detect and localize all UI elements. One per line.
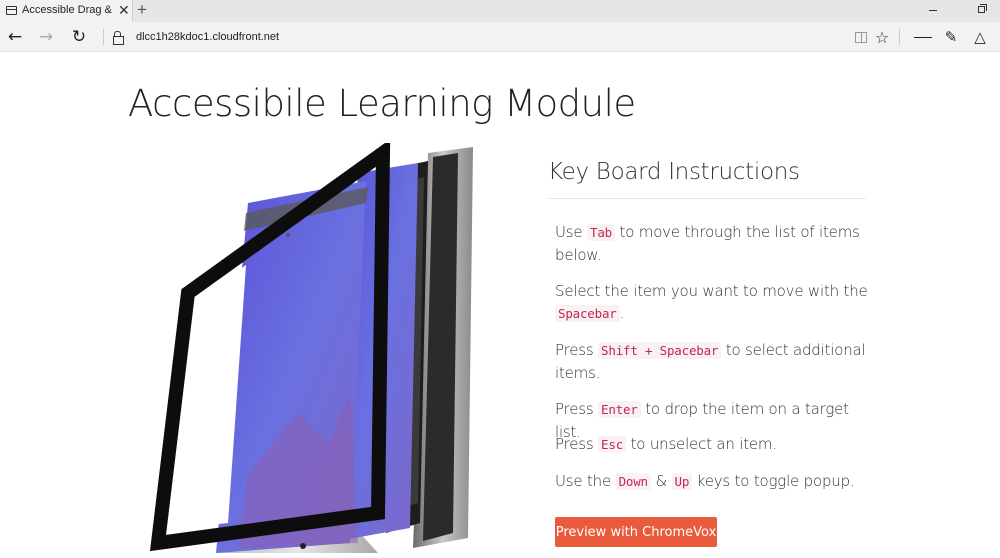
back-icon[interactable]: ←: [5, 22, 25, 52]
key-code: Shift + Spacebar: [598, 342, 722, 359]
instruction-tab: Use Tab to move through the list of item…: [555, 223, 860, 264]
instruction-down-up: Use the Down & Up keys to toggle popup.: [555, 472, 855, 490]
lock-icon[interactable]: [113, 31, 124, 45]
page-title: Accessibile Learning Module: [128, 82, 636, 125]
key-code: Esc: [598, 436, 627, 453]
tab-title: Accessible Drag & Drop: [22, 4, 114, 16]
keyboard-instructions-heading: Key Board Instructions: [548, 159, 800, 185]
key-code: Up: [671, 473, 693, 490]
divider: [899, 29, 900, 45]
minimize-icon[interactable]: [929, 10, 937, 11]
instruction-spacebar: Select the item you want to move with th…: [555, 282, 868, 322]
browser-tab[interactable]: Accessible Drag & Drop ✕: [0, 0, 133, 22]
address-bar[interactable]: dlcc1h28kdoc1.cloudfront.net: [136, 31, 279, 43]
tab-close-icon[interactable]: ✕: [118, 2, 130, 18]
navigation-bar: ← → ↻ dlcc1h28kdoc1.cloudfront.net ☆ ✎ △: [0, 22, 1000, 52]
page-content: Accessibile Learning Module Key Board In…: [0, 53, 1000, 558]
favorite-star-icon[interactable]: ☆: [873, 22, 891, 52]
forward-icon[interactable]: →: [36, 22, 56, 52]
hub-icon[interactable]: [914, 22, 932, 52]
instruction-esc: Press Esc to unselect an item.: [555, 435, 777, 453]
restore-icon[interactable]: [978, 4, 987, 13]
divider: [548, 198, 866, 199]
divider: [103, 29, 104, 45]
reading-view-icon[interactable]: [855, 32, 867, 43]
key-code: Tab: [587, 224, 615, 241]
preview-chromevox-button[interactable]: Preview with ChromeVox: [555, 517, 717, 547]
exploded-monitor-image: [149, 143, 473, 553]
new-tab-icon[interactable]: +: [137, 0, 147, 20]
web-note-icon[interactable]: ✎: [942, 22, 960, 52]
key-code: Down: [615, 473, 651, 490]
page-icon: [6, 6, 17, 15]
share-icon[interactable]: △: [970, 22, 990, 52]
instruction-shift-spacebar: Press Shift + Spacebar to select additio…: [555, 341, 866, 382]
tab-bar: Accessible Drag & Drop ✕ +: [0, 0, 1000, 22]
key-code: Spacebar: [555, 305, 620, 322]
key-code: Enter: [598, 401, 641, 418]
refresh-icon[interactable]: ↻: [68, 22, 90, 52]
